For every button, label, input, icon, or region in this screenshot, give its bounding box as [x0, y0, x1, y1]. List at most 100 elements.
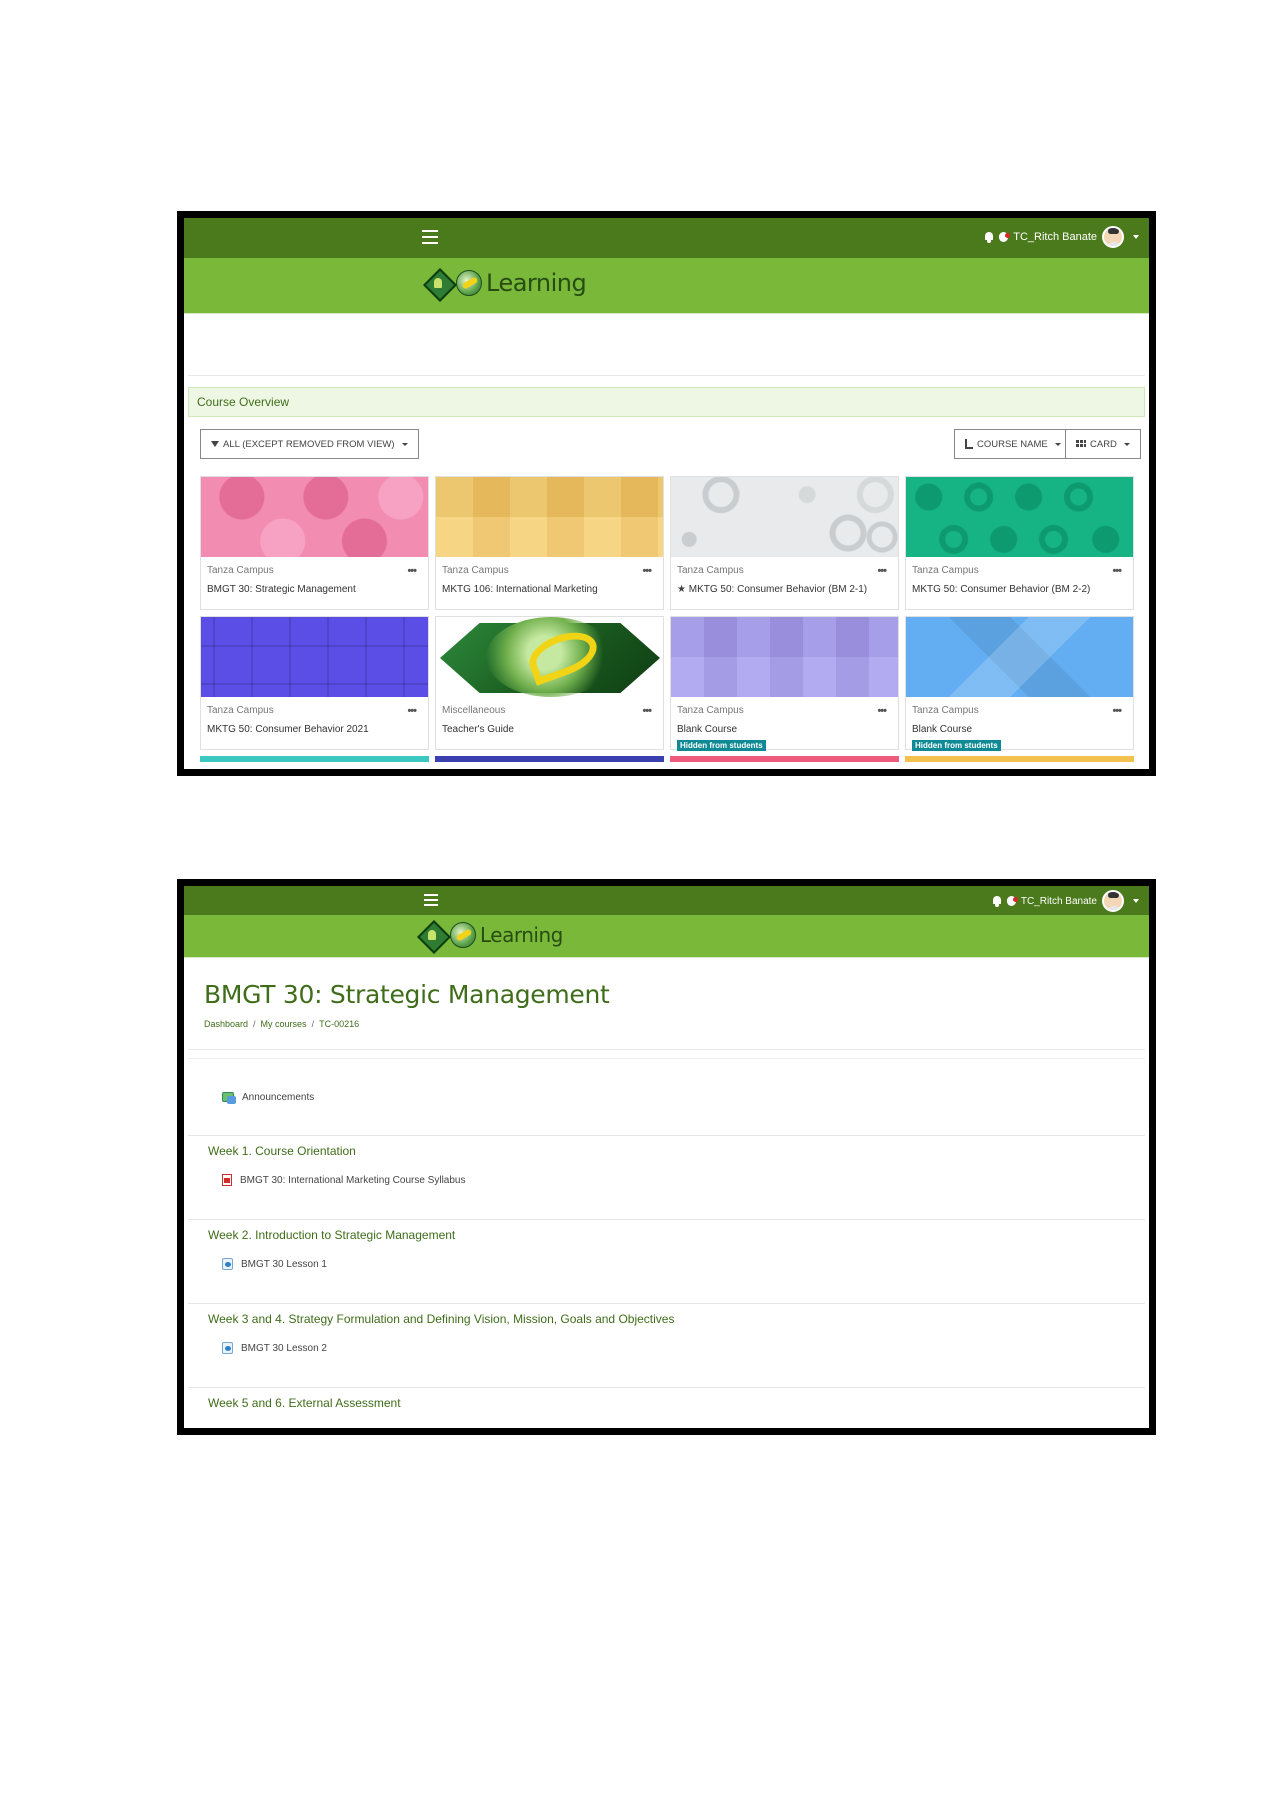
course-card-image[interactable]	[671, 477, 898, 557]
activity-item[interactable]: BMGT 30 Lesson 2	[222, 1342, 1145, 1354]
course-card[interactable]: Tanza Campus BMGT 30: Strategic Manageme…	[200, 476, 429, 610]
course-name-link[interactable]: ★ MKTG 50: Consumer Behavior (BM 2-1)	[677, 584, 892, 595]
dashboard-screenshot: TC_Ritch Banate Learning Course Overview…	[177, 211, 1156, 776]
messages-icon[interactable]	[1006, 896, 1018, 906]
activity-item[interactable]: BMGT 30 Lesson 1	[222, 1258, 1145, 1270]
file-icon	[222, 1258, 233, 1270]
activity-link[interactable]: BMGT 30 Lesson 2	[241, 1343, 327, 1354]
course-card-image[interactable]	[671, 617, 898, 697]
messages-icon[interactable]	[999, 232, 1011, 242]
site-logo[interactable]: Learning	[424, 269, 587, 297]
site-logo[interactable]: Learning	[418, 921, 563, 949]
activity-item[interactable]: BMGT 30: International Marketing Course …	[222, 1174, 1145, 1186]
course-category: Tanza Campus	[912, 705, 979, 716]
course-card-image[interactable]	[906, 477, 1133, 557]
section-title[interactable]: Week 1. Course Orientation	[208, 1144, 1145, 1158]
view-label: CARD	[1090, 438, 1117, 450]
course-card-image[interactable]	[436, 477, 663, 557]
notification-bell-icon[interactable]	[992, 895, 1002, 907]
course-overview-title: Course Overview	[197, 395, 290, 409]
grid-icon	[1076, 439, 1086, 449]
more-options-icon[interactable]: •••	[642, 565, 652, 577]
hidden-status-badge: Hidden from students	[677, 740, 766, 751]
course-overview-header: Course Overview	[188, 387, 1145, 417]
chevron-down-icon[interactable]	[1133, 899, 1139, 903]
top-navbar: TC_Ritch Banate	[184, 218, 1149, 258]
course-card-image[interactable]	[906, 617, 1133, 697]
university-seal-icon	[418, 921, 446, 949]
course-header: BMGT 30: Strategic Management Dashboard …	[188, 966, 1145, 1050]
view-dropdown-button[interactable]: CARD	[1065, 429, 1141, 459]
course-page-screenshot: TC_Ritch Banate Learning BMGT 30: Strate…	[177, 879, 1156, 1435]
sort-icon	[965, 439, 973, 449]
menu-hamburger-icon[interactable]	[424, 894, 438, 906]
page-title: BMGT 30: Strategic Management	[204, 980, 610, 1009]
more-options-icon[interactable]: •••	[642, 705, 652, 717]
course-card[interactable]: Miscellaneous Teacher's Guide •••	[435, 616, 664, 750]
chevron-down-icon	[1054, 442, 1061, 446]
more-options-icon[interactable]: •••	[877, 705, 887, 717]
course-card[interactable]: Tanza Campus MKTG 106: International Mar…	[435, 476, 664, 610]
user-name[interactable]: TC_Ritch Banate	[1021, 896, 1097, 907]
filter-icon	[211, 441, 219, 447]
course-category: Tanza Campus	[207, 705, 274, 716]
breadcrumb-separator: /	[311, 1019, 315, 1029]
more-options-icon[interactable]: •••	[1112, 565, 1122, 577]
brand-text: Learning	[486, 269, 587, 297]
course-name-link[interactable]: BMGT 30: Strategic Management	[207, 584, 422, 595]
e-logo-icon	[523, 624, 603, 686]
course-card[interactable]: Tanza Campus Blank Course Hidden from st…	[905, 616, 1134, 751]
section-title[interactable]: Week 2. Introduction to Strategic Manage…	[208, 1228, 1145, 1242]
section-title[interactable]: Week 3 and 4. Strategy Formulation and D…	[208, 1312, 1145, 1326]
course-name-link[interactable]: Teacher's Guide	[442, 724, 657, 735]
course-section: Week 2. Introduction to Strategic Manage…	[188, 1220, 1145, 1304]
course-name-link[interactable]: MKTG 50: Consumer Behavior (BM 2-2)	[912, 584, 1127, 595]
more-options-icon[interactable]: •••	[407, 705, 417, 717]
announcements-link[interactable]: Announcements	[242, 1092, 314, 1103]
announcements-activity[interactable]: Announcements	[188, 1059, 1145, 1136]
course-category: Miscellaneous	[442, 705, 506, 716]
section-title[interactable]: Week 5 and 6. External Assessment	[208, 1396, 1145, 1410]
user-menu[interactable]: TC_Ritch Banate	[992, 890, 1139, 912]
course-card[interactable]: Tanza Campus Blank Course Hidden from st…	[670, 616, 899, 751]
breadcrumb-dashboard[interactable]: Dashboard	[204, 1019, 248, 1029]
brand-text: Learning	[480, 923, 563, 947]
next-row-card-peek	[435, 756, 664, 762]
breadcrumb-course-code[interactable]: TC-00216	[319, 1019, 359, 1029]
course-name-link[interactable]: Blank Course	[912, 724, 1127, 735]
avatar[interactable]	[1102, 226, 1124, 248]
course-name-text[interactable]: MKTG 50: Consumer Behavior (BM 2-1)	[689, 584, 867, 595]
course-category: Tanza Campus	[677, 705, 744, 716]
more-options-icon[interactable]: •••	[407, 565, 417, 577]
course-name-link[interactable]: Blank Course	[677, 724, 892, 735]
course-card[interactable]: Tanza Campus MKTG 50: Consumer Behavior …	[200, 616, 429, 750]
chevron-down-icon[interactable]	[1133, 235, 1139, 239]
breadcrumb-my-courses[interactable]: My courses	[261, 1019, 307, 1029]
brand-bar: Learning	[184, 915, 1149, 958]
course-name-link[interactable]: MKTG 50: Consumer Behavior 2021	[207, 724, 422, 735]
activity-link[interactable]: BMGT 30: International Marketing Course …	[240, 1175, 465, 1186]
sort-label: COURSE NAME	[977, 438, 1048, 450]
avatar[interactable]	[1102, 890, 1124, 912]
menu-hamburger-icon[interactable]	[422, 230, 438, 244]
course-card-image[interactable]	[201, 477, 428, 557]
activity-link[interactable]: BMGT 30 Lesson 1	[241, 1259, 327, 1270]
course-sections: Announcements Week 1. Course Orientation…	[188, 1058, 1145, 1428]
more-options-icon[interactable]: •••	[1112, 705, 1122, 717]
blank-region	[188, 314, 1145, 376]
sort-dropdown-button[interactable]: COURSE NAME	[954, 429, 1072, 459]
course-card-image[interactable]	[436, 617, 663, 697]
course-section: Week 3 and 4. Strategy Formulation and D…	[188, 1304, 1145, 1388]
course-card[interactable]: Tanza Campus ★ MKTG 50: Consumer Behavio…	[670, 476, 899, 610]
star-icon: ★	[677, 584, 686, 595]
notification-bell-icon[interactable]	[984, 231, 994, 243]
user-name[interactable]: TC_Ritch Banate	[1013, 231, 1097, 243]
course-name-link[interactable]: MKTG 106: International Marketing	[442, 584, 657, 595]
course-card-image[interactable]	[201, 617, 428, 697]
top-navbar: TC_Ritch Banate	[184, 886, 1149, 915]
filter-dropdown-button[interactable]: ALL (EXCEPT REMOVED FROM VIEW)	[200, 429, 419, 459]
user-menu[interactable]: TC_Ritch Banate	[984, 226, 1139, 248]
more-options-icon[interactable]: •••	[877, 565, 887, 577]
course-card[interactable]: Tanza Campus MKTG 50: Consumer Behavior …	[905, 476, 1134, 610]
forum-icon	[222, 1092, 236, 1104]
